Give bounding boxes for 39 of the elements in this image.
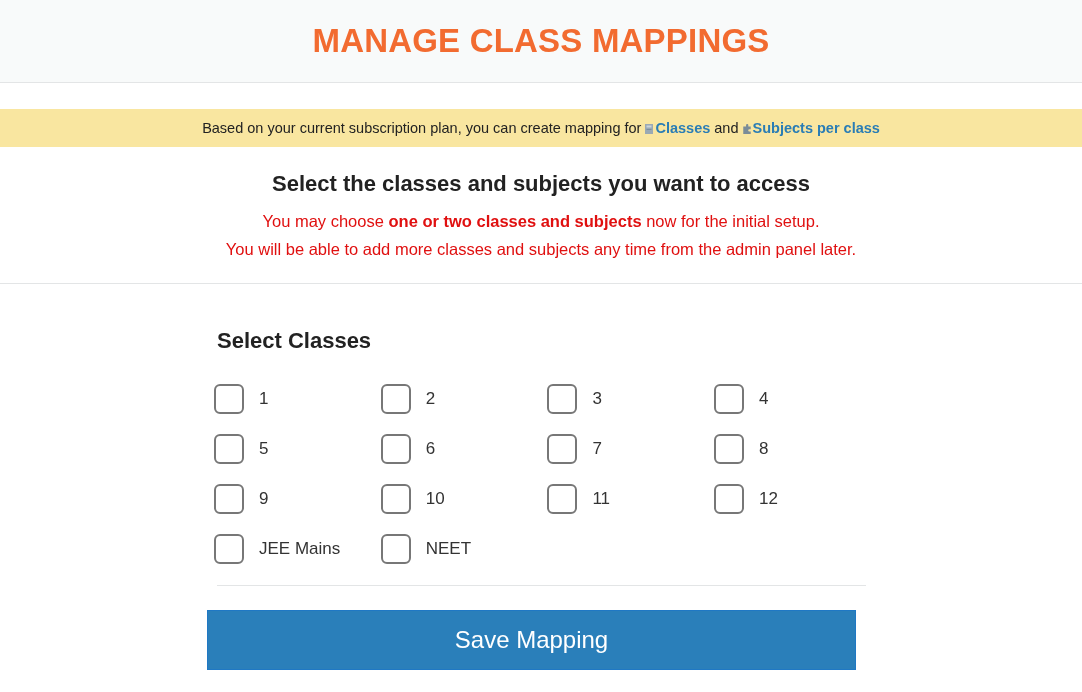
- class-label: 2: [425, 389, 436, 409]
- checkbox[interactable]: [547, 484, 578, 514]
- class-label: NEET: [425, 539, 472, 559]
- checkbox[interactable]: [714, 434, 745, 464]
- puzzle-icon: [742, 124, 751, 134]
- checkbox[interactable]: [714, 384, 745, 414]
- class-label: 9: [259, 489, 269, 509]
- class-label: 1: [259, 389, 269, 409]
- checkbox[interactable]: [547, 384, 578, 414]
- banner-link[interactable]: Classes: [655, 120, 711, 136]
- page-title: MANAGE CLASS MAPPINGS: [312, 22, 770, 60]
- checkbox[interactable]: [214, 534, 244, 564]
- checkbox[interactable]: [380, 484, 411, 514]
- checkbox[interactable]: [214, 484, 244, 514]
- class-label: 6: [425, 439, 436, 459]
- class-label: 12: [759, 489, 778, 509]
- section-heading: Select the classes and subjects you want to access: [271, 170, 811, 198]
- book-icon: [645, 124, 654, 134]
- checkbox[interactable]: [380, 384, 411, 414]
- class-label: 10: [425, 489, 445, 509]
- checkbox[interactable]: [380, 534, 411, 564]
- checkbox[interactable]: [214, 434, 244, 464]
- checkbox[interactable]: [714, 484, 745, 514]
- class-label: JEE Mains: [259, 539, 341, 559]
- checkbox[interactable]: [214, 384, 244, 414]
- class-label: 11: [592, 489, 611, 509]
- class-label: 8: [759, 439, 769, 459]
- class-label: 3: [592, 389, 602, 409]
- checkbox[interactable]: [380, 434, 411, 464]
- class-label: 5: [259, 439, 269, 459]
- class-label: 4: [759, 389, 769, 409]
- checkbox[interactable]: [547, 434, 578, 464]
- classes-heading: Select Classes: [217, 327, 373, 355]
- setup-note: You will be able to add more classes and subjects any time from the admin panel later.: [224, 239, 858, 260]
- banner-link[interactable]: Subjects per class: [752, 120, 880, 136]
- setup-note: You may choose one or two classes and subjects now for the initial setup.: [261, 211, 821, 232]
- plan-notice: Based on your current subscription plan, you can create mapping for Classes and Subjects per class: [202, 120, 880, 136]
- save-button[interactable]: Save Mapping: [207, 610, 856, 670]
- class-label: 7: [592, 439, 602, 459]
